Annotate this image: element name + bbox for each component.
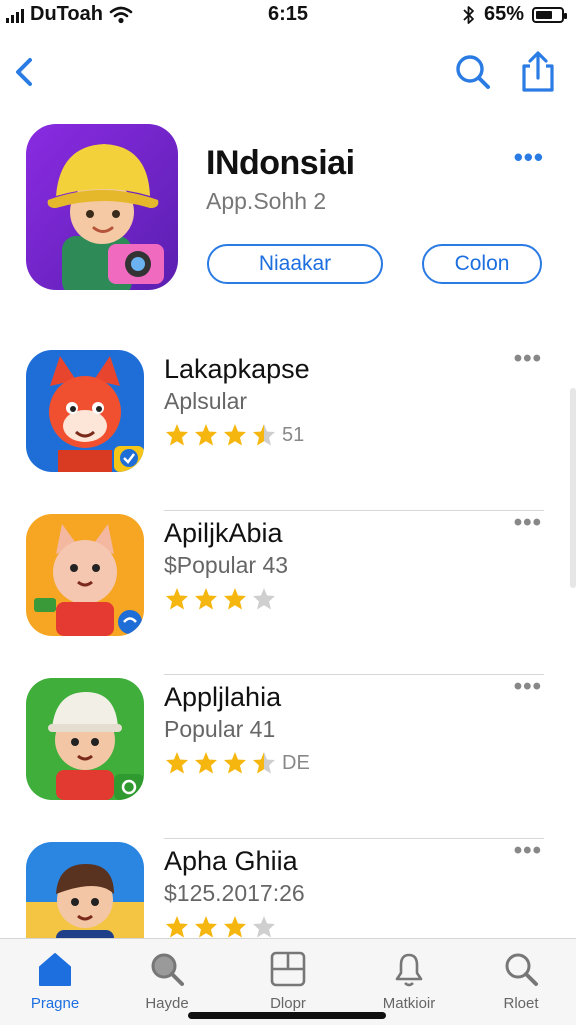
search-icon (151, 953, 184, 986)
star-icon (166, 424, 188, 446)
divider (164, 510, 544, 511)
tab-search-1[interactable]: Hayde (112, 949, 222, 1012)
tab-apps[interactable]: Dlopr (233, 949, 343, 1012)
share-icon (522, 51, 554, 92)
star-icon (195, 588, 217, 610)
star-icon (253, 424, 275, 446)
app-rating: DE (164, 750, 310, 776)
tab-search-2[interactable]: Rloet (466, 949, 576, 1012)
app-subtitle: Aplsular (164, 388, 248, 414)
star-icon (224, 916, 246, 938)
rating-text: DE (282, 751, 310, 774)
star-icon (195, 424, 217, 446)
star-icon (195, 916, 217, 938)
battery-icon (532, 6, 567, 23)
home-indicator (188, 1012, 386, 1019)
list-item[interactable]: ApiljkAbia $Popular 43 ••• (26, 511, 550, 675)
featured-app-header: INdonsiai App.Sohh 2 ••• Niaakar Colon (26, 124, 550, 294)
scroll-indicator[interactable] (570, 388, 576, 588)
status-right: 65% (462, 3, 567, 26)
bluetooth-icon (463, 5, 474, 24)
tab-label: Matkioir (382, 995, 436, 1012)
app-title: Appljlahia (164, 682, 282, 712)
app-icon-fox (26, 350, 144, 472)
star-icon (224, 752, 246, 774)
back-button[interactable] (4, 50, 48, 94)
app-title: Lakapkapse (164, 354, 310, 384)
share-button[interactable] (516, 50, 560, 94)
app-title: ApiljkAbia (164, 518, 283, 548)
app-subtitle: $125.2017:26 (164, 880, 305, 906)
divider (164, 838, 544, 839)
primary-action-button[interactable]: Niaakar (207, 244, 383, 284)
star-rating (164, 750, 280, 776)
star-icon (166, 752, 188, 774)
star-icon (253, 752, 275, 774)
battery-percent: 65% (483, 3, 524, 25)
star-icon (166, 916, 188, 938)
star-icon (224, 588, 246, 610)
more-options-button[interactable]: ••• (514, 675, 542, 699)
apps-icon (270, 951, 306, 987)
featured-app-icon[interactable] (26, 124, 178, 290)
app-rating (164, 914, 282, 940)
more-options-button[interactable]: ••• (514, 347, 542, 371)
search-button[interactable] (450, 50, 494, 94)
app-icon-kid (26, 678, 144, 800)
status-bar: DuToah 6:15 65% (0, 0, 576, 30)
star-icon (253, 588, 275, 610)
more-options-button[interactable]: ••• (514, 511, 542, 535)
tab-label: Rloet (503, 995, 539, 1012)
search-icon (456, 55, 490, 89)
divider (164, 674, 544, 675)
rating-text: 51 (282, 423, 305, 446)
app-rating (164, 586, 282, 612)
star-rating (164, 422, 280, 448)
featured-app-subtitle: App.Sohh 2 (206, 188, 327, 214)
app-subtitle: Popular 41 (164, 716, 276, 742)
star-icon (253, 916, 275, 938)
app-icon-cat (26, 514, 144, 636)
star-rating (164, 914, 280, 940)
tab-notifications[interactable]: Matkioir (354, 949, 464, 1012)
featured-more-button[interactable]: ••• (514, 144, 544, 170)
bell-icon (395, 953, 423, 987)
star-icon (166, 588, 188, 610)
chevron-left-icon (16, 58, 32, 86)
star-icon (195, 752, 217, 774)
featured-app-title: INdonsiai (206, 144, 355, 182)
search-icon (505, 953, 538, 986)
list-item[interactable]: Lakapkapse Aplsular 51 ••• (26, 347, 550, 511)
star-icon (224, 424, 246, 446)
list-item[interactable]: Appljlahia Popular 41 DE ••• (26, 675, 550, 839)
star-rating (164, 586, 280, 612)
tab-label: Dlopr (270, 995, 306, 1012)
app-subtitle: $Popular 43 (164, 552, 289, 578)
tab-home[interactable]: Pragne (0, 949, 110, 1012)
app-rating: 51 (164, 422, 304, 448)
navigation-bar (0, 40, 576, 104)
home-icon (39, 953, 71, 986)
tab-label: Pragne (30, 995, 80, 1012)
tab-label: Hayde (145, 995, 189, 1012)
app-title: Apha Ghiia (164, 846, 298, 876)
secondary-action-button[interactable]: Colon (422, 244, 542, 284)
more-options-button[interactable]: ••• (514, 839, 542, 863)
